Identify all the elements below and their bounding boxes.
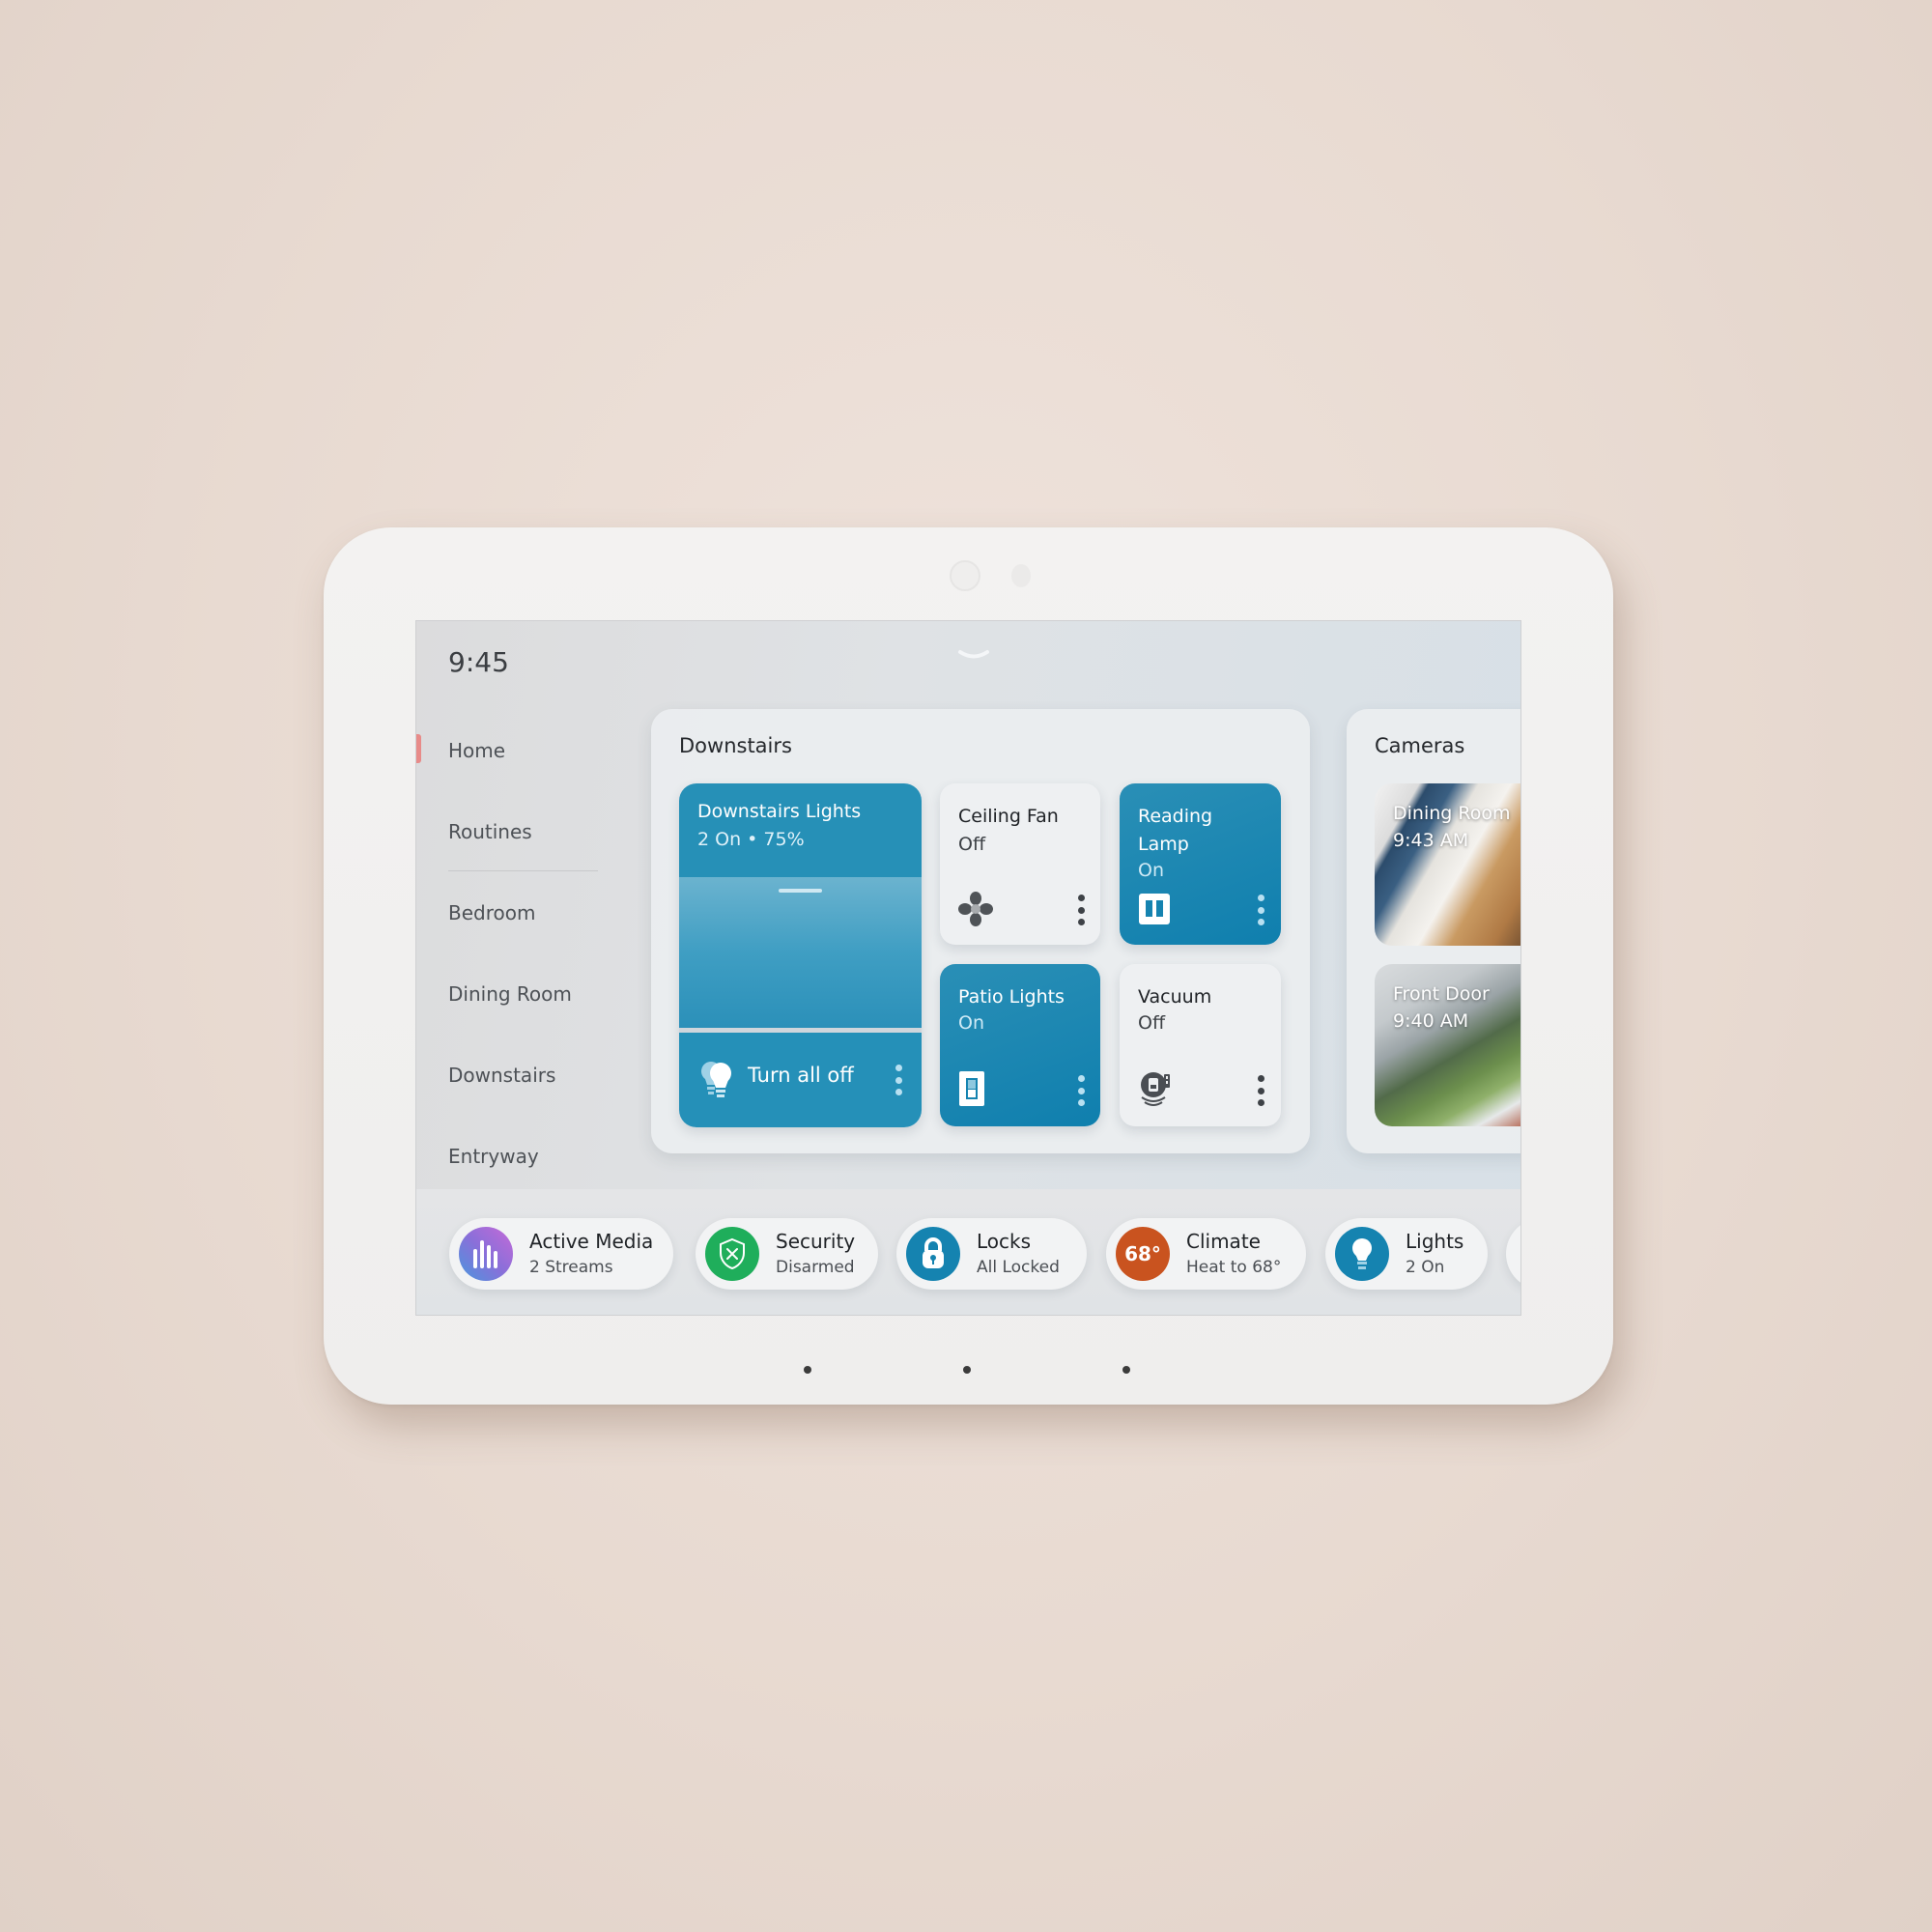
panel-title: Downstairs bbox=[679, 734, 792, 757]
sidebar-item-bedroom[interactable]: Bedroom bbox=[448, 901, 535, 924]
padlock-icon bbox=[906, 1227, 960, 1281]
pill-subtitle: 2 Streams bbox=[529, 1258, 613, 1277]
panel-title: Cameras bbox=[1375, 734, 1465, 757]
turn-all-off-button[interactable]: Turn all off bbox=[679, 1033, 922, 1127]
device-name: Vacuum bbox=[1138, 986, 1212, 1008]
status-pill-security[interactable]: Security Disarmed bbox=[696, 1218, 878, 1290]
nav-active-indicator bbox=[416, 734, 421, 763]
media-bars-icon bbox=[459, 1227, 513, 1281]
device-state: Off bbox=[958, 834, 986, 855]
camera-feed-front-door[interactable]: Front Door 9:40 AM bbox=[1375, 964, 1520, 1126]
shield-x-icon bbox=[705, 1227, 759, 1281]
brightness-slider[interactable] bbox=[679, 877, 922, 1028]
more-options-icon[interactable] bbox=[1256, 895, 1265, 925]
device-tile-patio-lights[interactable]: Patio Lights On bbox=[940, 964, 1100, 1126]
status-pill-active-media[interactable]: Active Media 2 Streams bbox=[449, 1218, 673, 1290]
camera-timestamp: 9:40 AM bbox=[1393, 1010, 1469, 1032]
camera-name: Front Door bbox=[1393, 983, 1490, 1005]
sidebar-item-entryway[interactable]: Entryway bbox=[448, 1145, 539, 1168]
device-tile-ceiling-fan[interactable]: Ceiling Fan Off bbox=[940, 783, 1100, 945]
pill-subtitle: Heat to 68° bbox=[1186, 1258, 1282, 1277]
group-name: Downstairs Lights bbox=[697, 801, 862, 822]
device-name: Patio Lights bbox=[958, 986, 1065, 1008]
pill-title: Active Media bbox=[529, 1230, 654, 1253]
more-options-icon[interactable] bbox=[1076, 1075, 1086, 1106]
smart-plug-icon[interactable] bbox=[1138, 893, 1171, 925]
downstairs-panel: Downstairs Downstairs Lights 2 On • 75% bbox=[651, 709, 1310, 1153]
slider-handle[interactable] bbox=[779, 889, 822, 893]
pill-subtitle: 2 On bbox=[1406, 1258, 1445, 1277]
turn-all-off-label: Turn all off bbox=[748, 1064, 854, 1087]
pill-title: Security bbox=[776, 1230, 856, 1253]
pill-subtitle: Disarmed bbox=[776, 1258, 855, 1277]
pill-subtitle: All Locked bbox=[977, 1258, 1060, 1277]
status-pill-overflow[interactable] bbox=[1506, 1218, 1520, 1290]
light-bulb-icon bbox=[1335, 1227, 1389, 1281]
pill-title: Climate bbox=[1186, 1230, 1261, 1253]
more-options-icon[interactable] bbox=[1076, 895, 1086, 925]
robot-vacuum-icon[interactable] bbox=[1138, 1070, 1173, 1107]
device-tile-vacuum[interactable]: Vacuum Off bbox=[1120, 964, 1281, 1126]
status-pill-locks[interactable]: Locks All Locked bbox=[896, 1218, 1087, 1290]
microphone-dot bbox=[804, 1366, 811, 1374]
device-state: On bbox=[958, 1012, 984, 1034]
thermostat-badge: 68° bbox=[1116, 1227, 1170, 1281]
sidebar-item-routines[interactable]: Routines bbox=[448, 820, 532, 843]
device-name: Ceiling Fan bbox=[958, 806, 1059, 827]
device-state: On bbox=[1138, 860, 1164, 881]
chevron-down-icon[interactable] bbox=[957, 648, 990, 662]
device-tile-reading-lamp[interactable]: Reading Lamp On bbox=[1120, 783, 1281, 945]
status-pill-climate[interactable]: 68° Climate Heat to 68° bbox=[1106, 1218, 1306, 1290]
status-pill-lights[interactable]: Lights 2 On bbox=[1325, 1218, 1488, 1290]
camera-lens bbox=[950, 560, 980, 591]
microphone-dot bbox=[1122, 1366, 1130, 1374]
downstairs-lights-group-tile: Downstairs Lights 2 On • 75% Turn all of… bbox=[679, 783, 922, 1127]
sidebar-item-dining-room[interactable]: Dining Room bbox=[448, 982, 572, 1006]
more-options-icon[interactable] bbox=[894, 1065, 903, 1095]
smart-home-dashboard: 9:45 Home Routines Bedroom Dining Room D… bbox=[415, 620, 1521, 1316]
group-summary: 2 On • 75% bbox=[697, 829, 805, 850]
pill-title: Locks bbox=[977, 1230, 1032, 1253]
sidebar-item-downstairs[interactable]: Downstairs bbox=[448, 1064, 555, 1087]
camera-name: Dining Room bbox=[1393, 803, 1511, 824]
pill-title: Lights bbox=[1406, 1230, 1464, 1253]
fan-icon[interactable] bbox=[958, 892, 993, 926]
status-bar: Active Media 2 Streams Security Disarmed bbox=[416, 1189, 1520, 1315]
device-name: Reading Lamp bbox=[1138, 806, 1213, 855]
clock: 9:45 bbox=[448, 646, 509, 678]
light-switch-icon[interactable] bbox=[958, 1070, 985, 1107]
light-bulbs-icon bbox=[701, 1062, 731, 1097]
nav-divider bbox=[448, 870, 598, 871]
microphone-dot bbox=[963, 1366, 971, 1374]
sidebar-item-home[interactable]: Home bbox=[448, 739, 505, 762]
camera-feed-dining-room[interactable]: Dining Room 9:43 AM bbox=[1375, 783, 1520, 946]
ambient-light-sensor bbox=[1011, 564, 1031, 587]
device-state: Off bbox=[1138, 1012, 1166, 1034]
cameras-panel: Cameras Dining Room 9:43 AM Front Door 9… bbox=[1347, 709, 1520, 1153]
more-options-icon[interactable] bbox=[1256, 1075, 1265, 1106]
group-header[interactable]: Downstairs Lights 2 On • 75% bbox=[679, 783, 922, 877]
camera-timestamp: 9:43 AM bbox=[1393, 830, 1469, 851]
